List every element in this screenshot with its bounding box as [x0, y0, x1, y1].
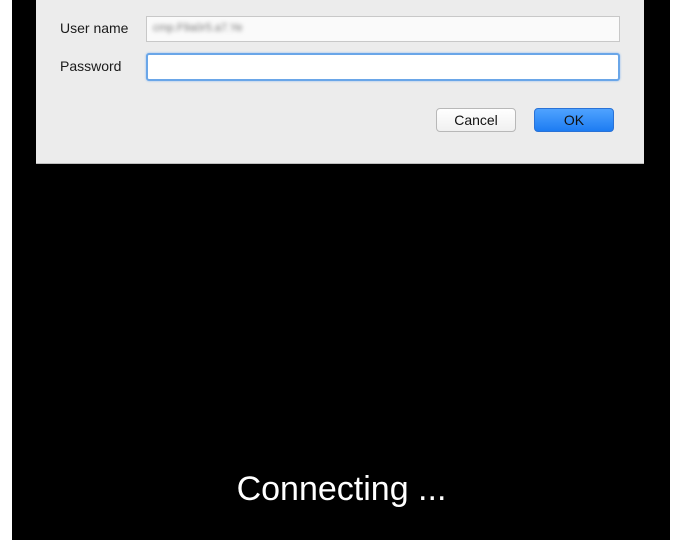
username-label: User name [60, 20, 129, 36]
cancel-button[interactable]: Cancel [436, 108, 516, 132]
password-field[interactable] [146, 53, 620, 81]
ok-button[interactable]: OK [534, 108, 614, 132]
password-label: Password [60, 58, 122, 74]
username-value: cmp.F9a0r5.a7.Ye [153, 22, 243, 34]
username-field[interactable]: cmp.F9a0r5.a7.Ye [146, 16, 620, 42]
login-dialog: User name cmp.F9a0r5.a7.Ye Password Canc… [36, 0, 644, 164]
connecting-status: Connecting ... [236, 470, 447, 508]
